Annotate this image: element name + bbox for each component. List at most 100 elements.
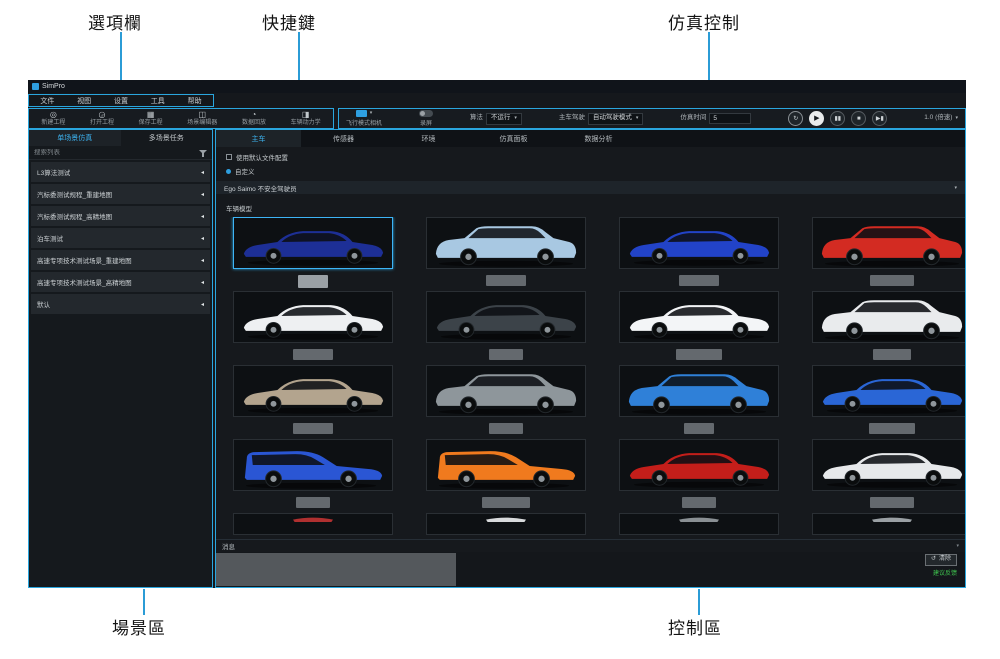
vehicle-name-label [679,275,719,286]
main-tab[interactable]: 传感器 [301,130,386,147]
vehicle-image[interactable] [812,365,965,417]
main-tab[interactable]: 主车 [216,130,301,147]
vehicle-image[interactable] [812,291,965,343]
toolbar-icon: ◎ [50,111,57,119]
feedback-link[interactable]: 建议反馈 [933,568,957,577]
stop-button[interactable]: ■ [851,111,866,126]
vehicle-card[interactable] [619,365,779,439]
vehicle-card[interactable] [619,439,779,513]
scene-tab[interactable]: 单场景仿真 [29,130,121,146]
clear-button[interactable]: ↺ 清除 [925,554,957,566]
vehicle-image[interactable] [233,439,393,491]
vehicle-image[interactable] [619,439,779,491]
expand-arrow-icon[interactable]: ◂ [201,301,204,308]
main-tab[interactable]: 仿真面板 [471,130,556,147]
vehicle-card[interactable] [426,439,586,513]
drive-mode-value: 自动驾驶模式 [593,115,632,122]
vehicle-card[interactable] [812,513,965,537]
console-collapse-icon[interactable]: ▾ [956,543,959,549]
vehicle-card[interactable] [426,513,586,537]
scene-list-item[interactable]: 高速专项技术测试场景_重建地图 ◂ [31,250,210,270]
menu-item[interactable]: 工具 [139,96,176,106]
vehicle-image[interactable] [619,365,779,417]
toolbar-label: 车辆动力学 [291,120,321,126]
leader-line-scene-area [143,589,145,615]
vehicle-card[interactable] [426,291,586,365]
vehicle-image[interactable] [426,365,586,417]
menu-item[interactable]: 视图 [66,96,103,106]
scene-list-item[interactable]: L3算法测试 ◂ [31,162,210,182]
vehicle-image[interactable] [619,291,779,343]
toolbar-new-project[interactable]: ◎ 新建工程 [41,111,65,126]
vehicle-image[interactable] [619,513,779,535]
vehicle-card[interactable] [619,291,779,365]
expand-arrow-icon[interactable]: ◂ [201,191,204,198]
vehicle-image[interactable] [233,217,393,269]
expand-arrow-icon[interactable]: ◂ [201,257,204,264]
vehicle-card[interactable] [812,365,965,439]
menu-item[interactable]: 帮助 [176,96,213,106]
vehicle-card[interactable] [426,217,586,291]
play-button[interactable]: ▶ [809,111,824,126]
vehicle-image[interactable] [426,291,586,343]
scene-list-item[interactable]: 高速专项技术测试场景_高精地图 ◂ [31,272,210,292]
vehicle-card[interactable] [812,217,965,291]
vehicle-image[interactable] [233,513,393,535]
scene-list-item[interactable]: 默认 ◂ [31,294,210,314]
toolbar-vehicle-dynamics[interactable]: ◨ 车辆动力学 [291,111,321,126]
vehicle-card[interactable] [233,513,393,537]
toolbar-save-project[interactable]: ▦ 保存工程 [139,111,163,126]
drive-mode-select[interactable]: 自动驾驶模式▾ [588,113,644,125]
vehicle-image[interactable] [426,439,586,491]
toolbar-scene-editor[interactable]: ◫ 场景编辑器 [187,111,217,126]
expand-arrow-icon[interactable]: ◂ [201,235,204,242]
vehicle-card[interactable] [812,291,965,365]
record-toggle[interactable] [419,110,433,117]
vehicle-image[interactable] [812,439,965,491]
vehicle-card[interactable] [426,365,586,439]
expand-arrow-icon[interactable]: ◂ [201,279,204,286]
scene-tab[interactable]: 多场景任务 [121,130,213,146]
vehicle-card[interactable] [233,365,393,439]
expand-arrow-icon[interactable]: ◂ [201,213,204,220]
toolbar-data-replay[interactable]: ◔ 数据回放 [242,111,266,126]
filter-icon[interactable] [199,149,207,157]
step-button[interactable]: ▶▮ [872,111,887,126]
vehicle-image[interactable] [426,513,586,535]
search-input[interactable] [34,149,164,156]
camera-mode-control[interactable]: ▾ 飞行模式相机 [346,110,382,127]
vehicle-card[interactable] [233,291,393,365]
vehicle-card[interactable] [619,217,779,291]
record-control[interactable]: 录屏 [419,110,433,127]
vehicle-image[interactable] [812,513,965,535]
vehicle-image[interactable] [233,365,393,417]
scene-list-item[interactable]: 泊车测试 ◂ [31,228,210,248]
scene-list-item[interactable]: 汽标委测试规程_重建地图 ◂ [31,184,210,204]
title-bar[interactable]: SimPro [28,80,966,93]
menu-item[interactable]: 设置 [103,96,140,106]
vehicle-card[interactable] [233,217,393,291]
vehicle-image[interactable] [812,217,965,269]
custom-radio[interactable] [226,169,231,174]
main-tab[interactable]: 数据分析 [556,130,641,147]
ego-driver-section[interactable]: Ego Saimo 不安全驾驶员 ▾ [216,181,965,194]
algo-select[interactable]: 不运行▾ [486,113,522,125]
menu-item[interactable]: 文件 [29,96,66,106]
vehicle-name-label [489,349,523,360]
config-file-checkbox[interactable] [226,154,232,160]
pause-button[interactable]: ▮▮ [830,111,845,126]
main-tab[interactable]: 环境 [386,130,471,147]
toolbar-open-project[interactable]: ◶ 打开工程 [90,111,114,126]
sim-time-input[interactable] [709,113,751,124]
vehicle-image[interactable] [426,217,586,269]
vehicle-image[interactable] [619,217,779,269]
vehicle-card[interactable] [233,439,393,513]
vehicle-card[interactable] [619,513,779,537]
speed-select[interactable]: 1.0 (倍速) ▾ [924,115,958,122]
scene-item-label: L3算法测试 [37,167,70,177]
vehicle-card[interactable] [812,439,965,513]
vehicle-image[interactable] [233,291,393,343]
scene-list-item[interactable]: 汽标委测试规程_高精地图 ◂ [31,206,210,226]
expand-arrow-icon[interactable]: ◂ [201,169,204,176]
reset-button[interactable]: ↻ [788,111,803,126]
